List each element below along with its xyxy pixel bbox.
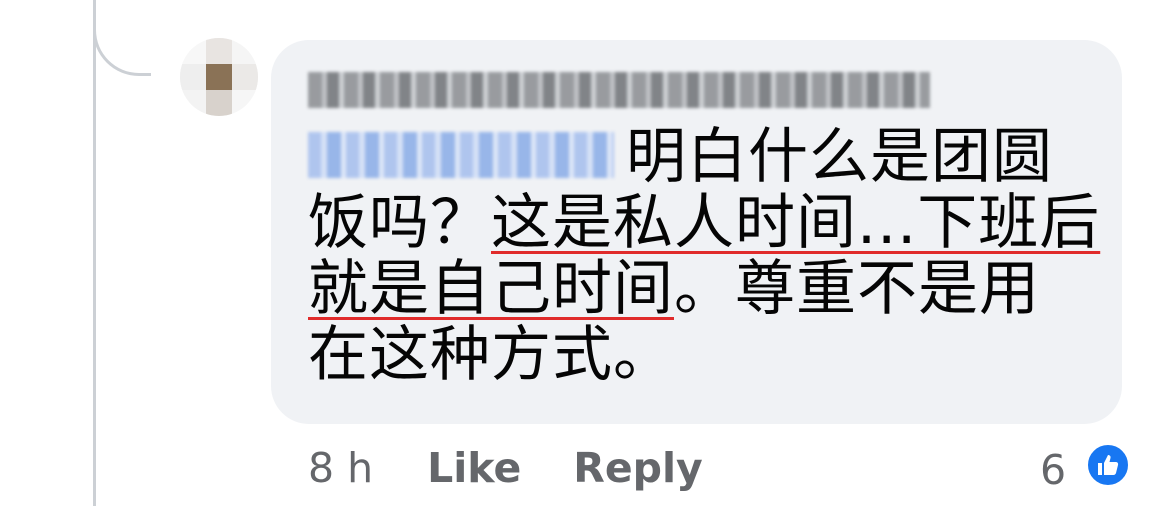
comment-text: 明白什么是团圆 饭吗？这是私人时间...下班后 就是自己时间。尊重不是用 在这种…	[308, 124, 1101, 388]
comment-text-segment: 在这种方式。	[308, 320, 674, 390]
avatar-pixel	[180, 90, 206, 116]
thumbs-up-icon[interactable]	[1085, 442, 1131, 488]
comment-text-segment: 明白什么是团圆	[626, 122, 1053, 192]
avatar-pixel	[180, 38, 206, 64]
avatar[interactable]	[180, 38, 258, 116]
avatar-pixel	[232, 38, 258, 64]
comment-actions: 8 h Like Reply	[308, 444, 703, 492]
comment-line-4: 在这种方式。	[308, 322, 1098, 388]
thread-connector	[93, 0, 151, 76]
timestamp[interactable]: 8 h	[308, 444, 373, 492]
reply-button[interactable]: Reply	[573, 444, 703, 492]
thumbs-up-glyph	[1098, 455, 1119, 475]
comment-line-3: 就是自己时间。尊重不是用	[308, 256, 1098, 322]
avatar-pixel	[232, 64, 258, 90]
reaction-count[interactable]: 6	[1040, 446, 1066, 494]
avatar-pixel	[206, 38, 232, 64]
avatar-pixel	[206, 90, 232, 116]
comment-text-segment: 。尊重不是用	[674, 254, 1040, 324]
comment-thread: 明白什么是团圆 饭吗？这是私人时间...下班后 就是自己时间。尊重不是用 在这种…	[0, 0, 1170, 506]
author-name[interactable]	[308, 72, 930, 108]
avatar-pixel	[180, 64, 206, 90]
avatar-pixel	[206, 64, 232, 90]
like-button[interactable]: Like	[427, 444, 521, 492]
underlined-text-segment: 就是自己时间	[308, 254, 674, 324]
avatar-pixel	[232, 90, 258, 116]
comment-text-segment: 饭吗？	[308, 188, 491, 258]
thread-line	[93, 0, 96, 506]
comment-line-2: 饭吗？这是私人时间...下班后	[308, 188, 1101, 258]
underlined-text-segment: 这是私人时间...下班后	[491, 188, 1101, 258]
comment-line-1: 明白什么是团圆	[308, 124, 1098, 190]
